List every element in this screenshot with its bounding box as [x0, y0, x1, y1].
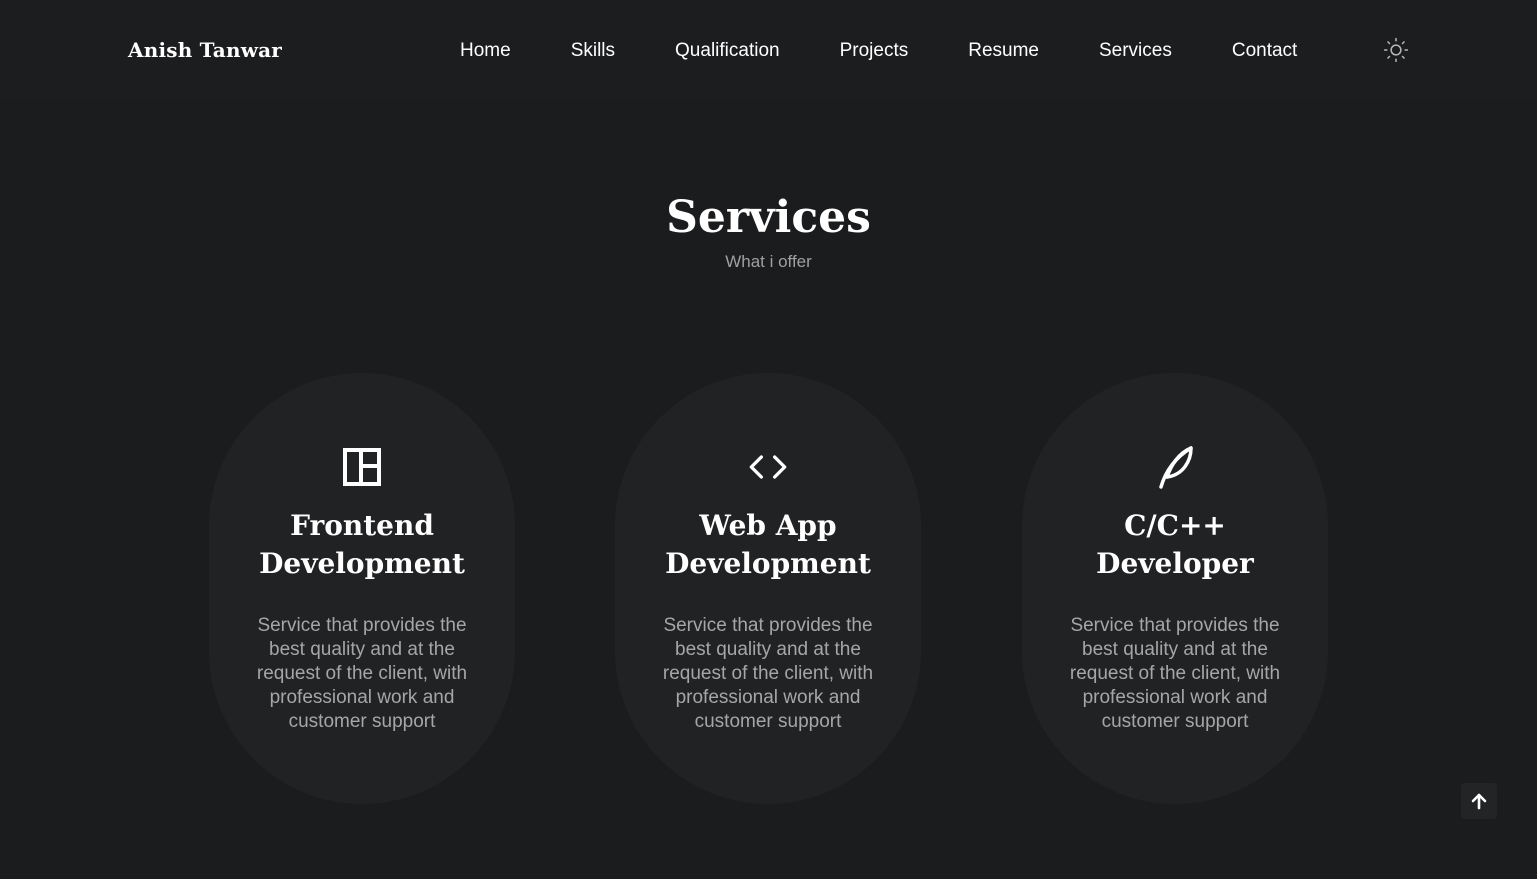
nav-services[interactable]: Services — [1099, 40, 1172, 62]
nav-qualification[interactable]: Qualification — [675, 40, 780, 62]
layout-icon — [342, 447, 382, 487]
nav-resume[interactable]: Resume — [968, 40, 1039, 62]
arrow-up-icon — [1471, 793, 1487, 810]
header: Anish Tanwar Home Skills Qualification P… — [0, 0, 1537, 100]
nav-projects[interactable]: Projects — [840, 40, 909, 62]
service-description: Service that provides the best quality a… — [1069, 615, 1281, 732]
code-icon — [748, 447, 788, 487]
feather-icon — [1155, 446, 1195, 489]
section-title: Services — [666, 192, 871, 243]
service-card-cpp: C/C++ Developer Service that provides th… — [1022, 373, 1328, 804]
service-card-frontend: Frontend Development Service that provid… — [209, 373, 515, 804]
service-description: Service that provides the best quality a… — [662, 615, 874, 732]
service-title: Web App Development — [665, 509, 871, 580]
theme-toggle-button[interactable] — [1382, 36, 1410, 64]
sun-icon — [1383, 37, 1409, 63]
nav-skills[interactable]: Skills — [571, 40, 615, 62]
service-description: Service that provides the best quality a… — [256, 615, 468, 732]
service-title: C/C++ Developer — [1096, 509, 1254, 580]
nav-home[interactable]: Home — [460, 40, 511, 62]
logo[interactable]: Anish Tanwar — [128, 38, 282, 62]
main-nav: Home Skills Qualification Projects Resum… — [460, 38, 1357, 64]
service-title: Frontend Development — [259, 509, 465, 580]
service-card-webapp: Web App Development Service that provide… — [615, 373, 921, 804]
nav-contact[interactable]: Contact — [1232, 40, 1297, 62]
section-subtitle: What i offer — [725, 252, 812, 271]
scroll-to-top-button[interactable] — [1461, 783, 1497, 819]
